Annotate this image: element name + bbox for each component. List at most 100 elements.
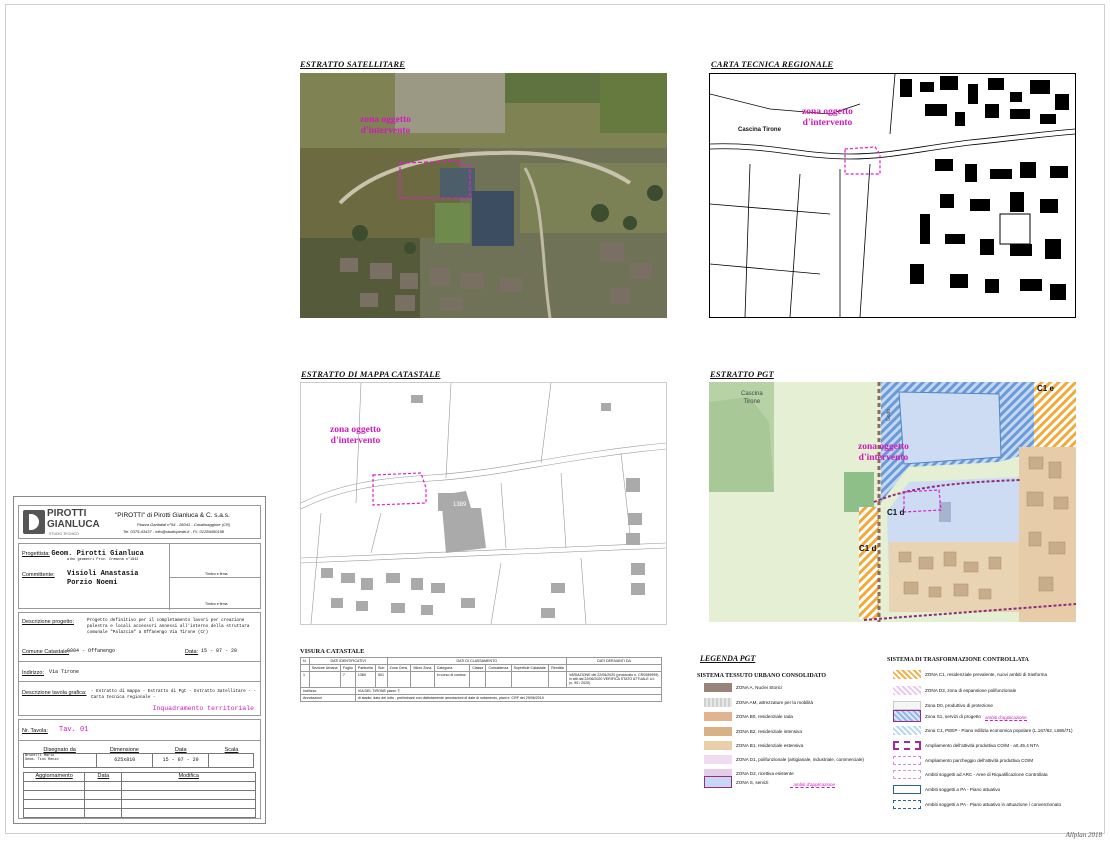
pgt-map[interactable]: Cascina Tirone Goito C1 e C1 d C1 d zona … [709, 382, 1076, 622]
legend-item-zona-c1: ZONA C1, residenziale prevalente, nuovi … [893, 668, 1047, 680]
legend-swatch [893, 755, 921, 765]
tavola-section: Nr. Tavola: Tav. 01 Disegnato da Dimensi… [18, 719, 261, 819]
visura-cell [308, 671, 341, 688]
hdr-scala: Scala [224, 747, 239, 753]
progettista-section: Progettista: Geom. Pirotti Gianluca albo… [18, 543, 261, 610]
cadastral-parcel-label: 1389 [453, 502, 467, 508]
visura-cell: 1 [300, 671, 310, 688]
satellite-zone-label: zona oggetto d'intervento [360, 115, 411, 136]
pgt-place-label: Cascina Tirone [741, 391, 763, 405]
timbro-2: Timbro e firma [205, 602, 228, 606]
data-label: Data: [185, 649, 199, 655]
legend-swatch [893, 740, 921, 750]
company-contacts: Tel. 0375-43437 - info@studiopirotti.it … [123, 529, 225, 534]
legend-swatch [704, 726, 732, 736]
pgt-zone-c1e: C1 e [1037, 384, 1054, 393]
hdr-modifica: Modifica [178, 773, 199, 779]
nr-tavola-label: Nr. Tavola: [22, 728, 48, 734]
hdr-rev-data: Data [85, 773, 123, 781]
legend-swatch [893, 685, 921, 695]
visura-catastale: VISURA CATASTALE N. DATI IDENTIFICATIVI … [300, 648, 663, 702]
visura-cell: in corso di costruz. [433, 671, 471, 688]
visura-col-sub: Sub [375, 664, 388, 672]
visura-title: VISURA CATASTALE [300, 648, 365, 655]
logo-mark-icon [23, 510, 45, 534]
visura-col-micro: Micro Zona [410, 664, 435, 672]
committente-value-2: Porzio Noemi [67, 579, 118, 587]
legend-swatch [893, 710, 921, 722]
legend-swatch [704, 776, 732, 788]
legend-item-ampliamento-attivita: Ampliamento dell'attività produttiva CO/… [893, 739, 1039, 751]
visura-col-rendita: Rendita [548, 664, 567, 672]
legend-item-zona-c1-peep: Zona C1, PEEP - Piano edilizia economica… [893, 724, 1073, 736]
ctr-drawing [710, 74, 1075, 317]
legend-swatch [704, 740, 732, 750]
pgt-zone-c1d-b: C1 d [859, 544, 877, 553]
progettista-sub: albo geometri Prov. Cremona n°1942 [67, 558, 139, 562]
visura-col-categoria: Categoria [433, 664, 471, 672]
visura-group-classamento: DATI DI CLASSAMENTO [386, 657, 568, 665]
legend-item-zona-b0: ZONA B0, residenziale rada [704, 710, 793, 722]
legend-left-heading: SISTEMA TESSUTO URBANO CONSOLIDATO [697, 673, 827, 679]
hdr-aggiornamento: Aggiornamento [24, 773, 86, 781]
visura-col-consistenza: Consistenza [485, 664, 512, 672]
visura-col-superficie: Superficie Catastale [510, 664, 550, 672]
software-mark: Allplan 2018 [1065, 831, 1102, 839]
legend-item-zona-s1: Zona S1, servizi di progetto [893, 709, 981, 723]
ctr-map[interactable]: Cascina Tirone zona oggetto d'intervento [709, 73, 1076, 318]
visura-annotazioni-value: di stadio: dato del lotto - preliminare … [354, 694, 663, 702]
satellite-title: ESTRATTO SATELLITARE [300, 59, 406, 69]
committente-value-1: Visioli Anastasia [67, 570, 139, 578]
legend-swatch [704, 754, 732, 764]
visura-indirizzo-label: Indirizzo [300, 687, 356, 695]
satellite-map[interactable]: zona oggetto d'intervento [300, 73, 667, 318]
legend-item-pa-convenzionato: Ambiti soggetti a PA - Piano attuativo i… [893, 798, 1061, 810]
visura-annotazioni-label: Annotazioni [300, 694, 356, 702]
description-section: Descrizione progetto: Progetto definitiv… [18, 612, 261, 716]
visura-cell: VARIAZIONE del 22/06/2020 (protocollo n.… [566, 671, 662, 688]
hdr-dimensione: Dimensione [109, 747, 139, 753]
committente-label: Committente: [22, 572, 55, 578]
visura-col-classe: Classe [469, 664, 487, 672]
legend-title: LEGENDA PGT [700, 654, 756, 663]
visura-cell [386, 671, 412, 688]
cadastral-map[interactable]: 1389 zona oggetto d'intervento [300, 382, 667, 625]
cadastral-zone-label: zona oggetto d'intervento [330, 425, 381, 446]
revision-table: Aggiornamento Data Modifica [23, 772, 256, 818]
descr-label: Descrizione progetto: [22, 619, 74, 625]
legend-item-zona-a: ZONA A, Nuclei Storici [704, 681, 782, 693]
val-disegnato: Brunelli Mario Geom. Tini Renzo [24, 754, 98, 767]
visura-col-foglio: Foglio [339, 664, 356, 672]
visura-col-n: N. [300, 657, 310, 665]
pgt-title: ESTRATTO PGT [710, 369, 774, 379]
cadastral-title: ESTRATTO DI MAPPA CATASTALE [301, 369, 441, 379]
visura-cell [510, 671, 550, 688]
legend-swatch [893, 669, 921, 679]
ctr-title: CARTA TECNICA REGIONALE [711, 59, 834, 69]
indirizzo-value: Via Tirone [49, 669, 80, 675]
descr-value: Progetto definitivo per il completamento… [87, 618, 250, 635]
tavola-descr-label: Descrizione tavola grafica: [22, 690, 87, 696]
visura-cell: 7 [339, 671, 356, 688]
cadastral-drawing [301, 383, 666, 624]
logo-sub: STUDIO TECNICO [49, 532, 79, 536]
comune-value: G004 - Offanengo [67, 648, 116, 654]
company-name: "PIROTTI" di Pirotti Gianluca & C. s.a.s… [115, 512, 230, 519]
legend-swatch [893, 725, 921, 735]
pgt-road-label: Goito [885, 409, 892, 421]
legend-swatch [704, 682, 732, 692]
legend-swatch [704, 697, 732, 707]
visura-cell [548, 671, 567, 688]
legend-item-arc: Ambiti soggetti ad ARC - Aree di Riquali… [893, 768, 1048, 780]
ctr-place-label: Cascina Tirone [738, 127, 781, 133]
legend-item-zona-d1: ZONA D1, polifunzionale (artigianale, in… [704, 753, 864, 765]
visura-col-zona: Zona Cens. [386, 664, 412, 672]
legend-right-note: ambiti d'applicazione [985, 715, 1027, 721]
hdr-data: Data [174, 747, 187, 753]
visura-cell [485, 671, 512, 688]
visura-cell: 1389 [354, 671, 376, 688]
legend-item-zona-am: ZONA AM, attrezzature per la mobilità [704, 696, 813, 708]
progettista-value: Geom. Pirotti Gianluca [51, 550, 144, 558]
legend-item-zona-b2: ZONA B2, residenziale intensiva [704, 725, 802, 737]
ctr-zone-label: zona oggetto d'intervento [802, 107, 853, 128]
